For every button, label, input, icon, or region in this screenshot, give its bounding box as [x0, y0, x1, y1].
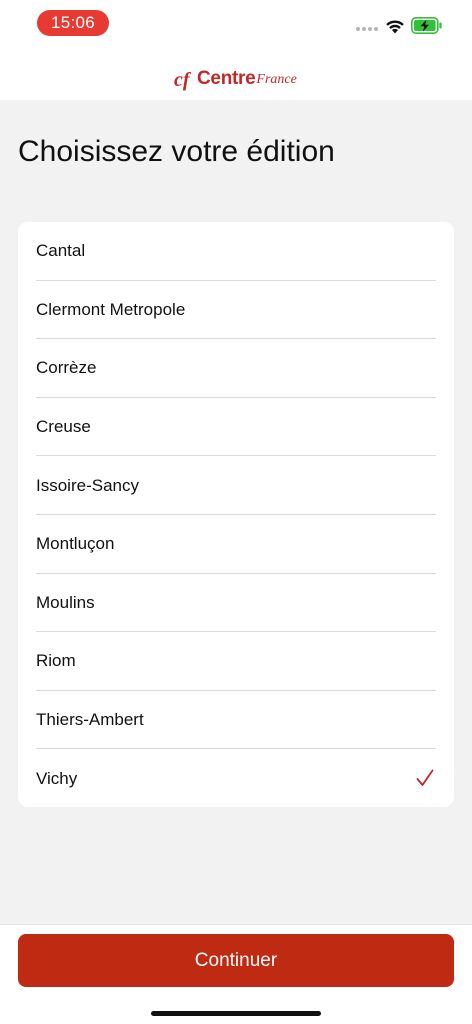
page-title: Choisissez votre édition — [18, 135, 335, 168]
edition-label: Montluçon — [36, 534, 115, 554]
edition-list: Cantal Clermont Metropole Corrèze Creuse… — [18, 222, 454, 807]
edition-item-cantal[interactable]: Cantal — [18, 222, 454, 281]
edition-label: Thiers-Ambert — [36, 710, 144, 730]
edition-item-creuse[interactable]: Creuse — [18, 398, 454, 457]
checkmark-icon — [416, 769, 434, 787]
edition-label: Riom — [36, 651, 76, 671]
header: 15:06 cf Centre France — [0, 0, 472, 100]
edition-item-thiers-ambert[interactable]: Thiers-Ambert — [18, 691, 454, 750]
edition-item-issoire-sancy[interactable]: Issoire-Sancy — [18, 456, 454, 515]
edition-item-clermont-metropole[interactable]: Clermont Metropole — [18, 281, 454, 340]
edition-item-riom[interactable]: Riom — [18, 632, 454, 691]
edition-label: Corrèze — [36, 358, 97, 378]
edition-label: Vichy — [36, 768, 78, 788]
edition-item-correze[interactable]: Corrèze — [18, 339, 454, 398]
continue-button[interactable]: Continuer — [18, 934, 454, 987]
logo-mark: cf — [174, 69, 190, 91]
edition-label: Issoire-Sancy — [36, 475, 139, 495]
logo-france: France — [256, 72, 297, 87]
home-indicator[interactable] — [151, 1011, 321, 1016]
status-bar: 15:06 — [0, 0, 472, 48]
edition-item-montlucon[interactable]: Montluçon — [18, 515, 454, 574]
edition-item-vichy[interactable]: Vichy — [18, 749, 454, 807]
cellular-signal-icon — [356, 27, 378, 33]
edition-label: Clermont Metropole — [36, 299, 186, 319]
logo-centre: Centre — [197, 68, 256, 89]
edition-label: Cantal — [36, 241, 86, 261]
wifi-icon — [386, 20, 404, 34]
edition-label: Moulins — [36, 592, 95, 612]
status-time: 15:06 — [37, 10, 109, 36]
edition-item-moulins[interactable]: Moulins — [18, 574, 454, 633]
edition-label: Creuse — [36, 417, 91, 437]
battery-charging-icon — [411, 17, 442, 34]
centre-france-logo: cf Centre France — [174, 66, 297, 90]
footer: Continuer — [0, 924, 472, 1024]
